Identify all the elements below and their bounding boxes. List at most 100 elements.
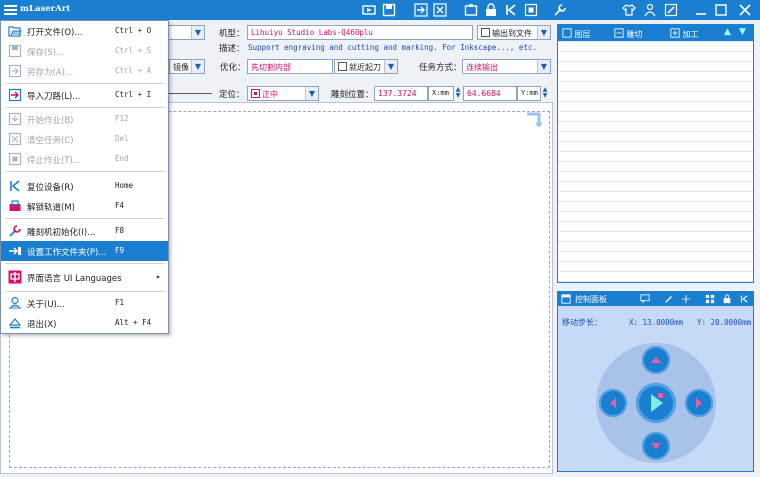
menu-item-shortcut: F1 [115,298,125,307]
output-to-file-checkbox[interactable]: 输出到文件 ▼ [477,25,551,40]
control-panel: 控制面板 移动步长： X: 13.0000mm Y: 20.0000mm [557,291,754,472]
menu-item-label: 界面语言 UI Languages [27,274,122,284]
submenu-arrow-icon: ▸ [156,272,161,281]
users-icon[interactable] [643,3,657,17]
menu-item-shortcut: Ctrl + A [115,66,152,75]
menu-item-shortcut: Ctrl + O [115,26,152,35]
tab-layers[interactable]: 图层 [562,28,591,40]
grid-icon[interactable] [705,294,715,304]
shirt-icon[interactable] [622,3,636,17]
machine-select[interactable]: Lihuiyu Studio Labs-Q460plu [247,25,473,40]
start-engrave-button[interactable] [636,383,676,423]
menu-item-label: 解锁轨道(M) [27,203,75,213]
lock-small-icon[interactable] [722,294,732,304]
tab-engrave-cut-label: 雕切 [626,30,643,39]
move-down-icon[interactable]: ▼ [739,27,746,37]
engrave-pos-label: 雕刻位置： [331,90,374,100]
menu-item-save[interactable]: 保存(S)... Ctrl + S [1,41,168,61]
menu-item-exit[interactable]: 退出(X) Alt + F4 [1,313,168,333]
about-icon [8,296,22,310]
lock-icon[interactable] [484,3,498,17]
stop-icon[interactable] [524,3,538,17]
y-position-input[interactable]: 64.6684 [463,86,517,101]
menu-item-clear-tasks[interactable]: 清空任务(C) Del [1,129,168,149]
optimize-value: 先切割内部 [251,63,291,72]
maximize-icon[interactable] [714,3,728,17]
x-step-value[interactable]: X: 13.0000mm [629,318,683,327]
title-bar: mLaserArt [0,0,760,20]
menu-item-label: 打开文件(O)... [27,28,83,38]
menu-item-unlock-rail[interactable]: 解锁轨道(M) F4 [1,196,168,216]
task-mode-label: 任务方式： [419,63,462,73]
position-select[interactable]: 正中 ▼ [247,86,319,101]
menu-item-shortcut: F4 [115,201,125,210]
menu-item-reset-device[interactable]: 复位设备(R) Home [1,176,168,196]
nearby-cut-checkbox[interactable]: 就近起刀 ▼ [334,59,398,74]
y-step-value[interactable]: Y: 20.0000mm [697,318,751,327]
main-menu-icon[interactable] [4,3,17,16]
move-right-button[interactable] [685,389,713,417]
pen-icon[interactable] [664,294,674,304]
menu-item-label: 导入刀路(L)... [27,92,81,102]
tab-process[interactable]: 加工 [670,28,699,40]
menu-item-open-file[interactable]: 打开文件(O)... Ctrl + O [1,21,168,41]
menu-item-engraver-init[interactable]: 雕刻机初始化(I)... F8 [1,221,168,241]
move-left-button[interactable] [599,389,627,417]
menu-separator [5,218,165,219]
open-file-icon [8,24,22,38]
file-menu: 打开文件(O)... Ctrl + O 保存(S)... Ctrl + S 另存… [0,20,169,334]
chevron-down-icon: ▼ [191,60,204,73]
y-position-value: 64.6684 [467,89,501,98]
tools-icon[interactable] [553,3,567,17]
message-icon[interactable] [640,294,650,304]
home-reset-icon[interactable] [504,3,518,17]
left-hidden-combo[interactable]: ▼ [165,25,205,40]
close-icon[interactable] [738,3,752,17]
menu-item-about[interactable]: 关于(U)... F1 [1,293,168,313]
mirror-value: 镜像 [173,63,189,72]
move-up-button[interactable] [642,346,670,374]
clear-tasks-icon [8,132,22,146]
x-spinner[interactable]: ▲ ▼ [454,87,462,100]
chevron-down-icon: ▼ [537,26,550,39]
menu-item-save-as[interactable]: 另存为(A)... Ctrl + A [1,61,168,81]
menu-separator [5,83,165,84]
start-job-icon [8,112,22,126]
menu-separator [5,291,165,292]
menu-separator [5,107,165,108]
desc-label: 描述： [219,44,245,54]
origin-corner-icon [526,111,543,128]
edit-icon[interactable] [664,3,678,17]
run-icon[interactable] [362,3,376,17]
app-title: mLaserArt [20,4,71,14]
position-label: 定位： [219,90,245,100]
clear-icon[interactable] [433,3,447,17]
menu-item-label: 设置工作文件夹(P)... [27,248,107,258]
y-spinner[interactable]: ▲ ▼ [541,87,549,100]
move-up-icon[interactable]: ▲ [724,27,731,37]
menu-item-import-path[interactable]: 导入刀路(L)... Ctrl + I [1,85,168,105]
move-down-button[interactable] [642,432,670,460]
home-small-icon[interactable] [739,294,749,304]
x-position-value: 137.3724 [378,89,417,98]
save-icon[interactable] [382,3,396,17]
mirror-select[interactable]: 镜像 ▼ [169,59,205,74]
menu-item-ui-language[interactable]: 界面语言 UI Languages ▸ [1,267,168,287]
menu-item-start-job[interactable]: 开始作业(B) F12 [1,109,168,129]
x-position-input[interactable]: 137.3724 [374,86,428,101]
frame-icon[interactable] [464,3,478,17]
minimize-icon[interactable] [694,3,708,17]
menu-item-stop-job[interactable]: 停止作业(T)... End [1,149,168,169]
menu-item-shortcut: F12 [115,114,129,123]
layers-list[interactable] [558,41,753,282]
tab-layers-label: 图层 [574,30,591,39]
crosshair-icon[interactable] [681,294,691,304]
exit-icon [8,316,22,330]
task-mode-select[interactable]: 连续输出 ▼ [462,59,551,74]
menu-item-shortcut: F8 [115,226,125,235]
chevron-down-icon: ▼ [384,60,397,73]
tab-engrave-cut[interactable]: 雕切 [614,28,643,40]
optimize-select[interactable]: 先切割内部 [247,59,333,74]
import-icon[interactable] [414,3,428,17]
menu-item-work-folder[interactable]: 设置工作文件夹(P)... F9 [1,241,168,261]
